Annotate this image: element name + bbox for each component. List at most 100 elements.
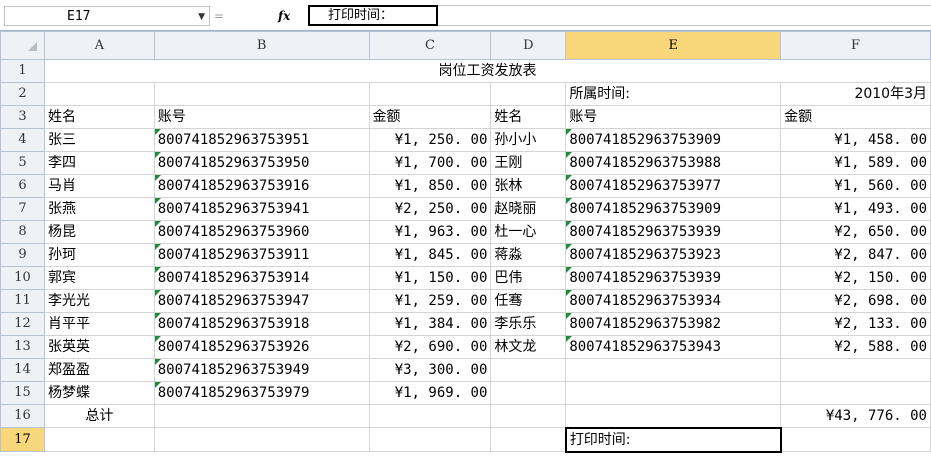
cell[interactable] <box>490 404 567 428</box>
row-header[interactable]: 10 <box>0 266 45 290</box>
cell[interactable] <box>153 404 370 428</box>
header-amount-1[interactable]: 金额 <box>368 105 492 129</box>
column-header-c[interactable]: C <box>368 31 492 60</box>
salary-amount[interactable]: ¥3, 300. 00 <box>368 358 492 382</box>
column-header-e[interactable]: E <box>565 31 782 60</box>
employee-name[interactable]: 李乐乐 <box>490 312 567 336</box>
employee-name[interactable]: 李光光 <box>43 289 155 313</box>
account-number[interactable]: 800741852963753951 <box>153 128 370 152</box>
header-account-1[interactable]: 账号 <box>153 105 370 129</box>
insert-function-icon[interactable]: fx <box>278 6 290 26</box>
salary-amount[interactable]: ¥1, 845. 00 <box>368 243 492 267</box>
employee-name[interactable]: 蒋淼 <box>490 243 567 267</box>
employee-name[interactable]: 马肖 <box>43 174 155 198</box>
account-number[interactable]: 800741852963753923 <box>565 243 782 267</box>
salary-amount[interactable]: ¥2, 133. 00 <box>780 312 931 336</box>
salary-amount[interactable]: ¥2, 650. 00 <box>780 220 931 244</box>
salary-amount[interactable]: ¥1, 969. 00 <box>368 381 492 405</box>
account-number[interactable] <box>565 358 782 382</box>
salary-amount[interactable]: ¥1, 458. 00 <box>780 128 931 152</box>
row-header[interactable]: 9 <box>0 243 45 267</box>
account-number[interactable]: 800741852963753909 <box>565 128 782 152</box>
account-number[interactable]: 800741852963753934 <box>565 289 782 313</box>
cell[interactable] <box>368 82 492 106</box>
row-header[interactable]: 15 <box>0 381 45 405</box>
employee-name[interactable]: 孙珂 <box>43 243 155 267</box>
formula-input[interactable]: 打印时间： <box>308 5 438 26</box>
account-number[interactable]: 800741852963753950 <box>153 151 370 175</box>
employee-name[interactable]: 杨梦蝶 <box>43 381 155 405</box>
salary-amount[interactable]: ¥2, 588. 00 <box>780 335 931 359</box>
name-box[interactable]: E17 ▼ <box>4 6 210 26</box>
account-number[interactable]: 800741852963753941 <box>153 197 370 221</box>
header-name-1[interactable]: 姓名 <box>43 105 155 129</box>
employee-name[interactable]: 张燕 <box>43 197 155 221</box>
row-header-3[interactable]: 3 <box>0 105 45 129</box>
header-name-2[interactable]: 姓名 <box>490 105 567 129</box>
column-header-f[interactable]: F <box>780 31 931 60</box>
row-header[interactable]: 8 <box>0 220 45 244</box>
sheet-title[interactable]: 岗位工资发放表 <box>43 59 931 83</box>
row-header[interactable]: 12 <box>0 312 45 336</box>
employee-name[interactable]: 任骞 <box>490 289 567 313</box>
row-header-17[interactable]: 17 <box>0 427 45 452</box>
employee-name[interactable]: 杜一心 <box>490 220 567 244</box>
employee-name[interactable]: 郭宾 <box>43 266 155 290</box>
employee-name[interactable]: 赵晓丽 <box>490 197 567 221</box>
account-number[interactable]: 800741852963753977 <box>565 174 782 198</box>
employee-name[interactable]: 巴伟 <box>490 266 567 290</box>
cell[interactable] <box>490 82 567 106</box>
cell[interactable] <box>43 82 155 106</box>
formula-input-extension[interactable] <box>438 5 931 26</box>
account-number[interactable]: 800741852963753943 <box>565 335 782 359</box>
cell[interactable] <box>368 427 492 452</box>
employee-name[interactable]: 李四 <box>43 151 155 175</box>
total-value[interactable]: ¥43, 776. 00 <box>780 404 931 428</box>
account-number[interactable] <box>565 381 782 405</box>
employee-name[interactable]: 张林 <box>490 174 567 198</box>
salary-amount[interactable]: ¥1, 250. 00 <box>368 128 492 152</box>
salary-amount[interactable]: ¥1, 963. 00 <box>368 220 492 244</box>
salary-amount[interactable]: ¥1, 150. 00 <box>368 266 492 290</box>
account-number[interactable]: 800741852963753939 <box>565 266 782 290</box>
period-value[interactable]: 2010年3月 <box>780 82 931 106</box>
total-label[interactable]: 总计 <box>43 404 155 428</box>
cell[interactable] <box>780 427 931 452</box>
row-header[interactable]: 11 <box>0 289 45 313</box>
employee-name[interactable]: 王刚 <box>490 151 567 175</box>
salary-amount[interactable]: ¥2, 847. 00 <box>780 243 931 267</box>
formula-cancel-icon[interactable]: = <box>214 6 224 26</box>
employee-name[interactable]: 张三 <box>43 128 155 152</box>
column-header-d[interactable]: D <box>490 31 567 60</box>
row-header[interactable]: 4 <box>0 128 45 152</box>
row-header[interactable]: 6 <box>0 174 45 198</box>
employee-name[interactable]: 孙小小 <box>490 128 567 152</box>
salary-amount[interactable]: ¥1, 560. 00 <box>780 174 931 198</box>
salary-amount[interactable]: ¥1, 850. 00 <box>368 174 492 198</box>
select-all-corner[interactable] <box>0 31 45 60</box>
employee-name[interactable] <box>490 381 567 405</box>
header-amount-2[interactable]: 金额 <box>780 105 931 129</box>
cell[interactable] <box>565 404 782 428</box>
account-number[interactable]: 800741852963753914 <box>153 266 370 290</box>
account-number[interactable]: 800741852963753939 <box>565 220 782 244</box>
salary-amount[interactable]: ¥2, 250. 00 <box>368 197 492 221</box>
account-number[interactable]: 800741852963753918 <box>153 312 370 336</box>
cell[interactable] <box>368 404 492 428</box>
employee-name[interactable]: 张英英 <box>43 335 155 359</box>
row-header[interactable]: 13 <box>0 335 45 359</box>
row-header[interactable]: 14 <box>0 358 45 382</box>
salary-amount[interactable] <box>780 358 931 382</box>
salary-amount[interactable] <box>780 381 931 405</box>
column-header-a[interactable]: A <box>43 31 155 60</box>
account-number[interactable]: 800741852963753988 <box>565 151 782 175</box>
account-number[interactable]: 800741852963753916 <box>153 174 370 198</box>
period-label[interactable]: 所属时间: <box>565 82 782 106</box>
employee-name[interactable] <box>490 358 567 382</box>
salary-amount[interactable]: ¥2, 698. 00 <box>780 289 931 313</box>
column-header-b[interactable]: B <box>153 31 370 60</box>
salary-amount[interactable]: ¥2, 690. 00 <box>368 335 492 359</box>
salary-amount[interactable]: ¥1, 384. 00 <box>368 312 492 336</box>
cell[interactable] <box>153 427 370 452</box>
account-number[interactable]: 800741852963753909 <box>565 197 782 221</box>
